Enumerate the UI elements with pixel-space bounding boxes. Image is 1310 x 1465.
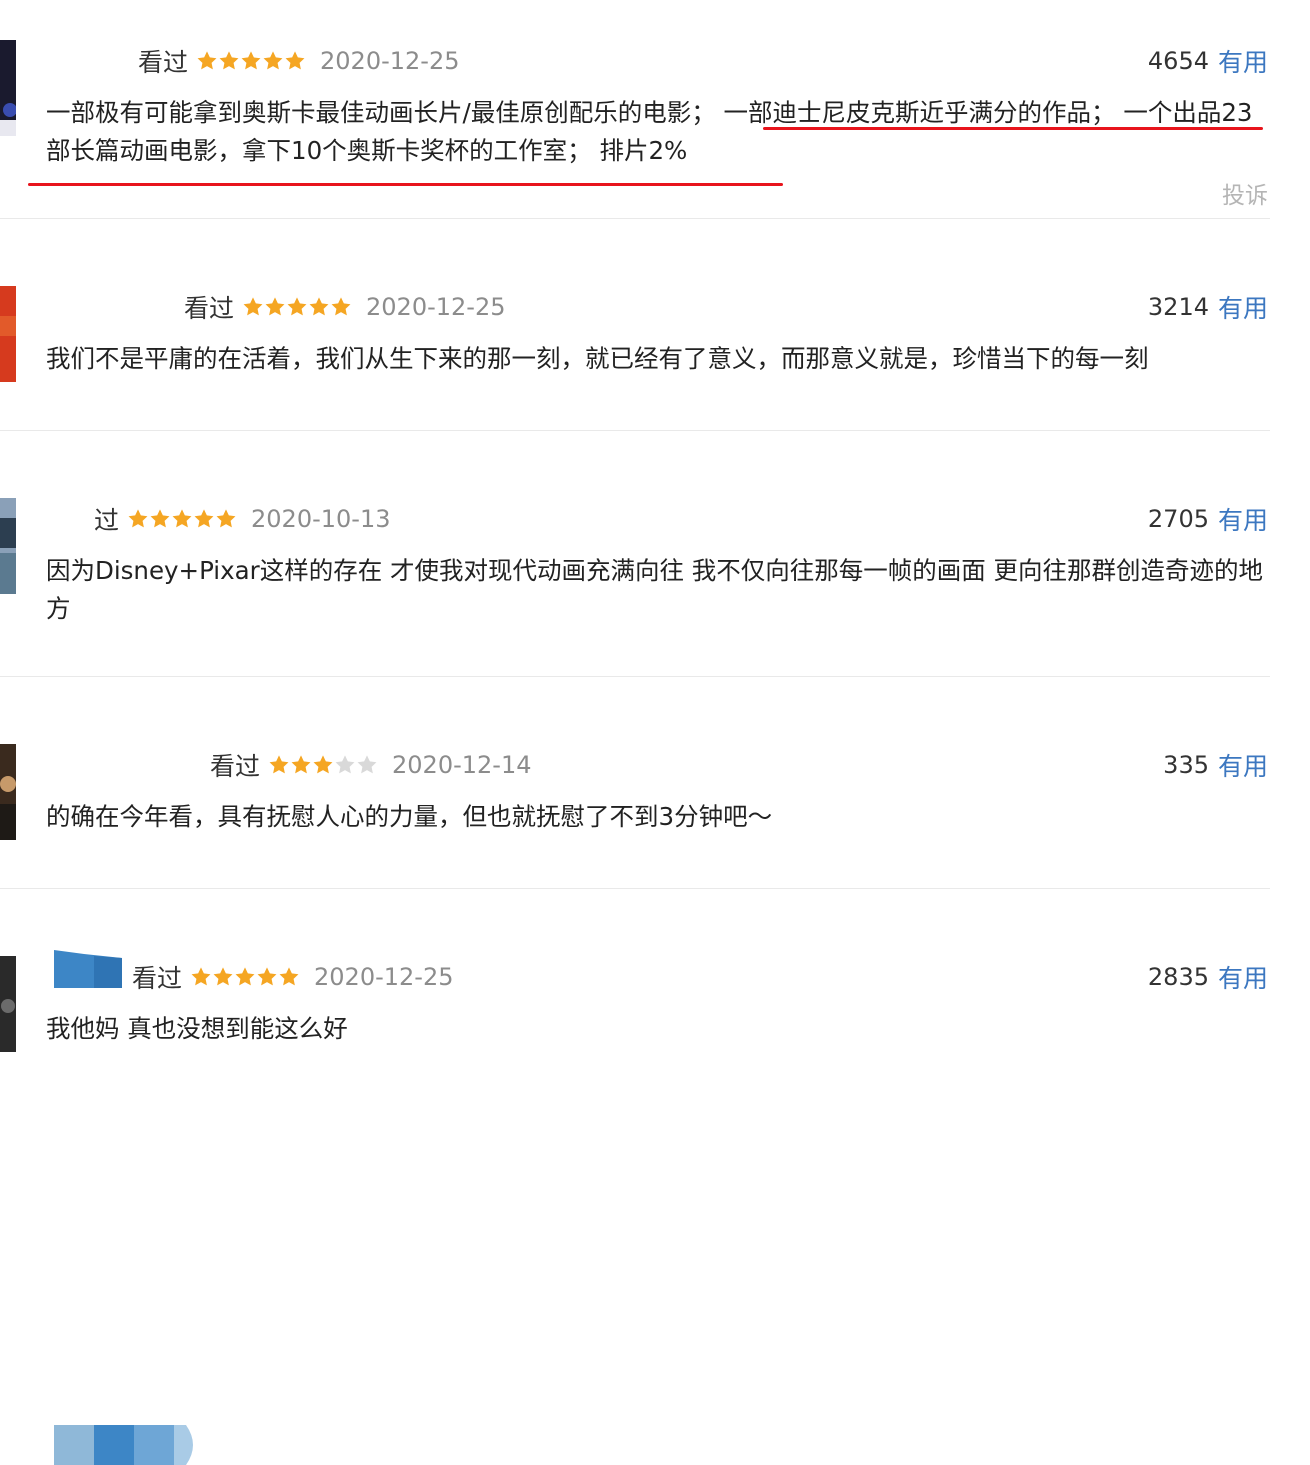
star-filled-icon [291, 755, 311, 774]
star-filled-icon [213, 967, 233, 986]
review-date: 2020-12-25 [314, 963, 454, 991]
star-filled-icon [313, 755, 333, 774]
redacted-username [54, 950, 122, 988]
review-item: 看过 2020-12-25 2835 有用 我他妈 真也没想到能这么好 [0, 890, 1310, 1094]
rating-stars [196, 50, 306, 72]
review-item: 看过 2020-12-25 4654 有用 一部极有可能拿到奥斯卡最佳动画长片/… [0, 0, 1310, 220]
star-filled-icon [243, 297, 263, 316]
review-item: 过 2020-10-13 2705 有用 因为Disney+Pixar这样的存在… [0, 432, 1310, 678]
report-link[interactable]: 投诉 [1222, 176, 1268, 210]
useful-button[interactable]: 有用 [1218, 43, 1268, 79]
review-date: 2020-12-25 [320, 47, 460, 75]
divider [0, 676, 1270, 677]
divider [0, 430, 1270, 431]
rating-stars [268, 754, 378, 776]
star-filled-icon [191, 967, 211, 986]
vote-count: 4654 [1147, 47, 1209, 75]
review-date: 2020-12-25 [366, 293, 506, 321]
star-filled-icon [257, 967, 277, 986]
review-content: 一部极有可能拿到奥斯卡最佳动画长片/最佳原创配乐的电影； 一部迪士尼皮克斯近乎满… [46, 98, 1253, 165]
watched-status: 过 [94, 506, 120, 535]
review-date: 2020-12-14 [392, 751, 532, 779]
rating-stars [242, 296, 352, 318]
highlight-underline [28, 183, 783, 186]
star-filled-icon [279, 967, 299, 986]
avatar[interactable] [0, 744, 16, 840]
star-filled-icon [265, 297, 285, 316]
useful-button[interactable]: 有用 [1218, 959, 1268, 995]
divider [0, 218, 1270, 219]
star-empty-icon [357, 755, 377, 774]
useful-button[interactable]: 有用 [1218, 501, 1268, 537]
vote-count: 335 [1163, 751, 1209, 779]
avatar[interactable] [0, 40, 16, 136]
review-content: 因为Disney+Pixar这样的存在 才使我对现代动画充满向往 我不仅向往那每… [46, 556, 1264, 623]
vote-count: 2705 [1147, 505, 1209, 533]
review-votes: 2705 有用 [1148, 501, 1268, 537]
review-votes: 2835 有用 [1148, 959, 1268, 995]
redacted-username [54, 1425, 193, 1465]
review-votes: 335 有用 [1163, 747, 1268, 783]
star-filled-icon [241, 51, 261, 70]
star-filled-icon [309, 297, 329, 316]
review-item: 看过 2020-12-25 3214 有用 我们不是平庸的在活着，我们从生下来的… [0, 220, 1310, 432]
star-filled-icon [197, 51, 217, 70]
review-votes: 4654 有用 [1148, 43, 1268, 79]
review-votes: 3214 有用 [1148, 289, 1268, 325]
useful-button[interactable]: 有用 [1218, 747, 1268, 783]
rating-stars [190, 966, 300, 988]
star-filled-icon [287, 297, 307, 316]
highlight-underline [763, 127, 1263, 130]
star-filled-icon [285, 51, 305, 70]
star-filled-icon [172, 509, 192, 528]
star-filled-icon [194, 509, 214, 528]
watched-status: 看过 [210, 752, 261, 781]
review-meta: 看过 2020-12-14 [210, 747, 532, 783]
rating-stars [127, 508, 237, 530]
review-content: 我他妈 真也没想到能这么好 [46, 1014, 348, 1043]
review-item: 看过 2020-12-14 335 有用 的确在今年看，具有抚慰人心的力量，但也… [0, 678, 1310, 1465]
review-date: 2020-10-13 [251, 505, 391, 533]
star-filled-icon [331, 297, 351, 316]
star-filled-icon [263, 51, 283, 70]
avatar[interactable] [0, 286, 16, 382]
avatar[interactable] [0, 956, 16, 1052]
star-filled-icon [216, 509, 236, 528]
review-content: 我们不是平庸的在活着，我们从生下来的那一刻，就已经有了意义，而那意义就是，珍惜当… [46, 344, 1149, 373]
review-meta: 过 2020-10-13 [94, 501, 391, 537]
divider [0, 888, 1270, 889]
avatar[interactable] [0, 498, 16, 594]
review-content: 的确在今年看，具有抚慰人心的力量，但也就抚慰了不到3分钟吧～ [46, 802, 773, 831]
review-meta: 看过 2020-12-25 [132, 959, 454, 995]
review-meta: 看过 2020-12-25 [138, 43, 460, 79]
watched-status: 看过 [132, 964, 183, 993]
star-filled-icon [235, 967, 255, 986]
star-empty-icon [335, 755, 355, 774]
star-filled-icon [150, 509, 170, 528]
useful-button[interactable]: 有用 [1218, 289, 1268, 325]
watched-status: 看过 [138, 48, 189, 77]
star-filled-icon [219, 51, 239, 70]
watched-status: 看过 [184, 294, 235, 323]
star-filled-icon [128, 509, 148, 528]
vote-count: 2835 [1147, 963, 1209, 991]
star-filled-icon [269, 755, 289, 774]
review-meta: 看过 2020-12-25 [184, 289, 506, 325]
vote-count: 3214 [1147, 293, 1209, 321]
